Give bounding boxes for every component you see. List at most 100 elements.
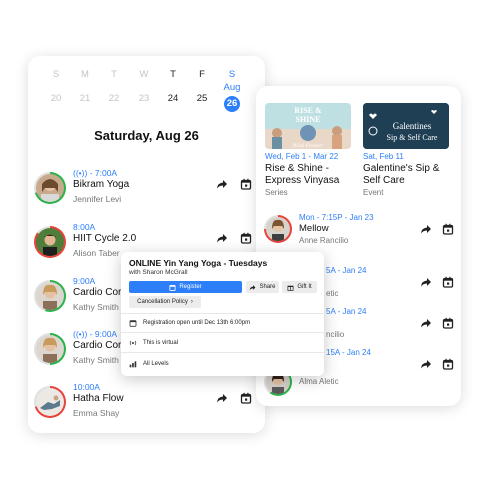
popup-subtitle: with Sharon McGrall [129,269,188,276]
live-stream-icon: ((•)) [73,329,88,339]
day-label: M [81,69,89,80]
day-label: W [139,69,149,80]
virtual-text: This is virtual [143,340,179,346]
add-to-calendar-icon[interactable] [240,178,252,190]
share-icon[interactable] [420,317,432,329]
calendar-icon [169,284,176,291]
class-name: Cardio Core [73,340,127,351]
day-tue-22[interactable]: T 22 [103,68,125,108]
day-wed-23[interactable]: W 23 [133,68,155,108]
week-strip: S 20 M 21 T 22 W 23 T 24 F 25 S Aug 26 [28,68,265,116]
calendar-icon [129,320,137,327]
event-thumbnail-rise-shine[interactable]: RISE & SHINE Wild Flower [265,103,351,149]
gift-icon [287,285,294,291]
class-instructor: Kathy Smith [73,302,119,312]
instructor-avatar [36,228,64,256]
capacity-ring [34,386,66,418]
class-time: 8:00A [73,222,96,232]
share-icon[interactable] [420,276,432,288]
class-time-value: 7:00A [94,168,118,178]
levels-text: All Levels [143,361,169,367]
register-button[interactable]: Register [129,281,242,293]
class-instructor: Emma Shay [73,408,120,418]
event-banner-text: Sip & Self Care [387,133,438,142]
class-row[interactable]: ((•)) - 7:00A Bikram Yoga Jennifer Levi [28,168,265,218]
class-instructor: Alison Taber [73,248,120,258]
add-to-calendar-icon[interactable] [442,276,454,288]
share-icon [250,284,256,290]
event-type: Series [265,188,288,197]
share-icon[interactable] [216,232,228,244]
event-type: Event [363,188,384,197]
event-thumbnail-galentines[interactable]: Galentines Sip & Self Care [363,103,449,149]
chevron-right-icon: › [190,299,193,305]
class-details-popup: ONLINE Yin Yang Yoga - Tuesdays with Sha… [121,252,324,376]
event-banner-text: SHINE [296,115,321,124]
class-name: HIIT Cycle 2.0 [73,233,137,244]
share-button[interactable]: Share [246,281,279,293]
class-instructor: etic [326,289,339,298]
class-time: 15A - Jan 24 [326,348,371,357]
instructor-avatar [36,335,64,363]
class-time: ((•)) - 9:00A [73,329,118,339]
event-title[interactable]: Galentine's Sip & Self Care [363,163,455,187]
class-instructor: Kathy Smith [73,355,119,365]
event-date: Sat, Feb 11 [363,152,404,161]
instructor-avatar [36,282,64,310]
class-instructor: Anne Rancilio [299,236,349,245]
event-banner-script: Wild Flower [293,143,324,149]
event-banner-text: RISE & [294,106,322,115]
class-instructor: Alma Aletic [299,377,339,386]
add-to-calendar-icon[interactable] [442,358,454,370]
day-number: 25 [196,93,208,104]
registration-info: Registration open until Dec 13th 6:00pm [129,319,250,327]
virtual-info: This is virtual [129,339,178,347]
add-to-calendar-icon[interactable] [442,223,454,235]
add-to-calendar-icon[interactable] [240,232,252,244]
share-icon[interactable] [420,223,432,235]
gift-label: Gift It [297,284,312,290]
class-time-value: 9:00A [94,329,118,339]
share-icon[interactable] [216,178,228,190]
add-to-calendar-icon[interactable] [240,392,252,404]
day-number: 26 [224,96,240,112]
class-time: Mon - 7:15P - Jan 23 [299,213,374,222]
cancellation-label: Cancellation Policy [137,299,188,305]
class-time: 5A - Jan 24 [326,266,367,275]
capacity-ring [34,172,66,204]
class-row[interactable]: 10:00A Hatha Flow Emma Shay [28,382,265,432]
class-name: Cardio Core [73,287,127,298]
share-icon[interactable] [216,392,228,404]
class-time: 9:00A [73,276,96,286]
day-label: T [170,69,176,80]
share-label: Share [259,284,276,290]
event-banner-text: Galentines [393,121,432,131]
day-number: 22 [108,93,120,104]
instructor-avatar [266,217,290,241]
class-name: Bikram Yoga [73,179,130,190]
class-instructor: ncilio [326,330,345,339]
class-time: 5A - Jan 24 [326,307,367,316]
share-icon[interactable] [420,358,432,370]
class-name: Mellow [299,223,329,234]
event-date: Wed, Feb 1 - Mar 22 [265,152,339,161]
capacity-ring [264,215,292,243]
day-thu-24[interactable]: T 24 [162,68,184,108]
capacity-ring [34,333,66,365]
register-label: Register [179,284,202,290]
levels-icon [129,361,137,368]
gift-button[interactable]: Gift It [282,281,317,293]
schedule-card: S 20 M 21 T 22 W 23 T 24 F 25 S Aug 26 S… [28,56,265,433]
class-name: Hatha Flow [73,393,124,404]
day-sat-26-selected[interactable]: S Aug 26 [221,68,243,113]
cancellation-policy-button[interactable]: Cancellation Policy › [129,296,201,308]
day-fri-25[interactable]: F 25 [191,68,213,108]
day-sun-20[interactable]: S 20 [45,68,67,108]
add-to-calendar-icon[interactable] [442,317,454,329]
day-label: S [228,69,236,80]
day-label: T [111,69,117,80]
day-label: F [199,69,205,80]
event-title[interactable]: Rise & Shine - Express Vinyasa [265,163,357,187]
day-mon-21[interactable]: M 21 [74,68,96,108]
screenshot-stage: S 20 M 21 T 22 W 23 T 24 F 25 S Aug 26 S… [0,0,486,484]
